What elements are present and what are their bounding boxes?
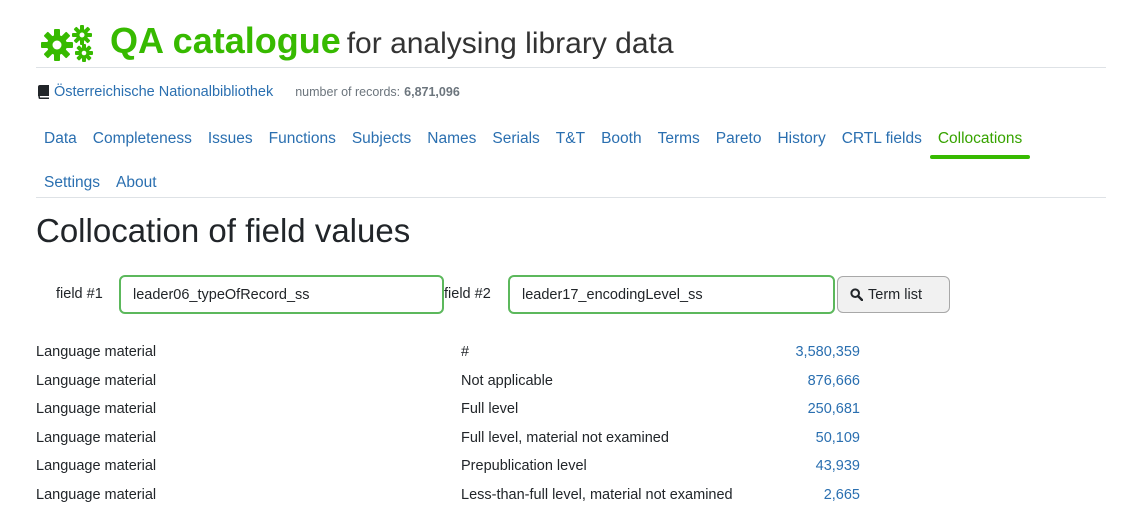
- site-header: QA catalogue for analysing library data: [36, 20, 1106, 68]
- field1-value: Language material: [36, 372, 157, 389]
- nav-row-2: Settings About: [36, 168, 165, 202]
- nav-item-about[interactable]: About: [108, 168, 165, 202]
- field2-value: Less-than-full level, material not exami…: [461, 486, 733, 503]
- count-link[interactable]: 2,665: [824, 487, 860, 503]
- field1-value: Language material: [36, 486, 157, 503]
- nav-item-serials[interactable]: Serials: [484, 124, 547, 158]
- brand-main-text: QA catalogue: [110, 20, 341, 61]
- nav-item-completeness[interactable]: Completeness: [85, 124, 200, 158]
- nav-row-1: Data Completeness Issues Functions Subjects N…: [36, 124, 1031, 159]
- nav-item-functions[interactable]: Functions: [261, 124, 344, 158]
- field2-value: Full level, material not examined: [461, 429, 669, 446]
- page-title: Collocation of field values: [36, 212, 411, 249]
- nav-item-crtl-fields[interactable]: CRTL fields: [834, 124, 930, 158]
- field2-input[interactable]: [508, 275, 835, 314]
- field1-input[interactable]: [119, 275, 444, 314]
- count-link[interactable]: 876,666: [808, 373, 860, 389]
- nav-item-history[interactable]: History: [769, 124, 833, 158]
- field2-value: Full level: [461, 401, 519, 417]
- field2-value: Not applicable: [461, 372, 553, 389]
- nav-item-settings[interactable]: Settings: [36, 168, 108, 202]
- nav-item-names[interactable]: Names: [419, 124, 484, 158]
- nav-item-data[interactable]: Data: [36, 124, 85, 158]
- field1-value: Language material: [36, 401, 157, 417]
- table-row: Language material Prepublication level 43,…: [36, 454, 876, 483]
- term-list-button[interactable]: Term list: [837, 276, 950, 313]
- table-row: Language material #3,580,359: [36, 340, 876, 369]
- count-link[interactable]: 3,580,359: [795, 344, 860, 360]
- brand-title[interactable]: QA catalogue for analysing library data: [110, 20, 674, 62]
- table-row: Language material Full level, material no…: [36, 426, 876, 455]
- table-row: Language material Full level 250,681: [36, 397, 876, 426]
- nav-item-terms[interactable]: Terms: [650, 124, 708, 158]
- gears-icon: [41, 25, 93, 62]
- results-table: Language material #3,580,359 Language mate…: [36, 340, 876, 506]
- field2-value: #: [461, 344, 470, 360]
- nav-item-t-t[interactable]: T&T: [548, 124, 593, 158]
- field1-value: Language material: [36, 344, 157, 360]
- field1-value: Language material: [36, 458, 157, 474]
- term-list-label: Term list: [868, 286, 922, 303]
- nav-item-pareto[interactable]: Pareto: [708, 124, 770, 158]
- table-row: Language material Less-than-full level, m…: [36, 483, 876, 506]
- count-link[interactable]: 43,939: [816, 458, 860, 474]
- collocation-form: field #1 field #2 Term list: [36, 275, 1036, 315]
- table-row: Language material Not applicable 876,666: [36, 369, 876, 398]
- library-info: Österreichische Nationalbibliothek numbe…: [37, 84, 460, 100]
- search-icon: [850, 288, 863, 301]
- library-link[interactable]: Österreichische Nationalbibliothek: [54, 84, 273, 100]
- count-link[interactable]: 250,681: [808, 401, 860, 417]
- main-nav: Data Completeness Issues Functions Subjects N…: [36, 124, 1106, 198]
- records-label: number of records:: [295, 85, 401, 99]
- book-icon: [38, 85, 49, 99]
- field1-label: field #1: [56, 286, 103, 302]
- nav-item-issues[interactable]: Issues: [200, 124, 261, 158]
- field2-value: Prepublication level: [461, 458, 587, 474]
- field1-value: Language material: [36, 429, 157, 446]
- nav-item-collocations[interactable]: Collocations: [929, 124, 1031, 159]
- nav-item-subjects[interactable]: Subjects: [344, 124, 419, 158]
- field2-label: field #2: [444, 286, 491, 302]
- count-link[interactable]: 50,109: [816, 430, 860, 446]
- brand-subtitle: for analysing library data: [346, 27, 674, 60]
- nav-item-booth[interactable]: Booth: [593, 124, 650, 158]
- records-count: 6,871,096: [404, 85, 460, 99]
